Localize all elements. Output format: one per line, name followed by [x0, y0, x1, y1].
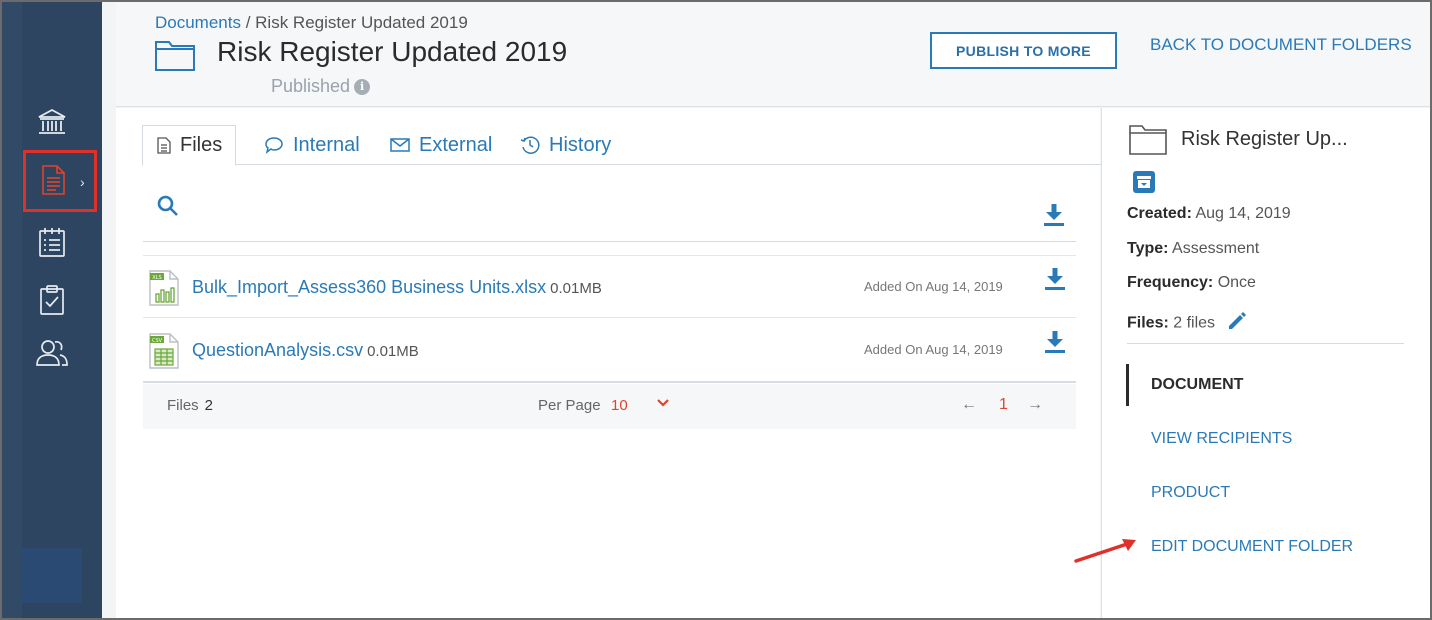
download-all-icon[interactable] [1044, 204, 1064, 231]
files-count: Files 2 [167, 397, 213, 414]
files-count-value: 2 [204, 397, 214, 414]
document-icon [42, 165, 65, 195]
sidebar-item-users[interactable] [35, 336, 69, 370]
archive-icon[interactable] [1133, 171, 1155, 198]
sidebar: › [2, 2, 102, 618]
tab-external[interactable]: External [390, 125, 492, 165]
files-panel: Files Internal External History XLS Bulk… [116, 108, 1102, 618]
active-menu-indicator [1126, 364, 1129, 406]
tab-files[interactable]: Files [142, 125, 236, 166]
tab-files-label: Files [180, 134, 223, 156]
file-row: XLS Bulk_Import_Assess360 Business Units… [143, 256, 1076, 318]
envelope-icon [390, 137, 410, 153]
table-footer: Files 2 Per Page 10 ← 1 → [143, 384, 1076, 429]
frequency-value: Once [1217, 274, 1256, 291]
pencil-icon[interactable] [1226, 310, 1248, 337]
type-row: Type: Assessment [1127, 240, 1259, 258]
bank-icon [38, 108, 66, 134]
sidebar-item-schedule[interactable] [35, 225, 69, 259]
file-name-link[interactable]: QuestionAnalysis.csv 0.01MB [192, 340, 419, 361]
file-name-link[interactable]: Bulk_Import_Assess360 Business Units.xls… [192, 277, 602, 298]
breadcrumb-separator: / [240, 13, 256, 32]
users-icon [36, 340, 68, 366]
chevron-right-icon: › [80, 174, 85, 190]
sidebar-item-bank[interactable] [35, 105, 69, 139]
calendar-list-icon [39, 228, 65, 257]
publish-to-more-button[interactable]: PUBLISH TO MORE [930, 32, 1117, 69]
added-date: Added On Aug 14, 2019 [864, 342, 1003, 357]
download-icon[interactable] [1045, 268, 1065, 295]
menu-edit-document-folder[interactable]: EDIT DOCUMENT FOLDER [1151, 538, 1353, 556]
svg-text:CSV: CSV [152, 338, 163, 344]
current-page[interactable]: 1 [999, 396, 1008, 414]
file-size: 0.01MB [550, 280, 602, 297]
created-label: Created: [1127, 205, 1192, 222]
xls-file-icon: XLS [148, 270, 180, 311]
file-row: CSV QuestionAnalysis.csv 0.01MB Added On … [143, 319, 1076, 383]
sidebar-bottom-button[interactable] [22, 548, 82, 603]
menu-view-recipients[interactable]: VIEW RECIPIENTS [1151, 430, 1292, 448]
file-name: QuestionAnalysis.csv [192, 340, 364, 360]
folder-icon [154, 38, 196, 77]
added-date: Added On Aug 14, 2019 [864, 279, 1003, 294]
breadcrumb: Documents / Risk Register Updated 2019 [155, 13, 468, 33]
page-title: Risk Register Updated 2019 [217, 36, 568, 67]
download-icon[interactable] [1045, 331, 1065, 358]
svg-text:XLS: XLS [152, 275, 161, 281]
annotation-arrow-icon [1074, 539, 1136, 563]
details-panel: Risk Register Up... Created: Aug 14, 201… [1101, 108, 1430, 618]
clipboard-check-icon [40, 285, 64, 315]
chevron-down-icon[interactable] [656, 396, 670, 415]
frequency-label: Frequency: [1127, 274, 1214, 291]
sidebar-rail [2, 2, 22, 618]
file-name: Bulk_Import_Assess360 Business Units.xls… [192, 277, 547, 297]
folder-icon [1128, 122, 1168, 161]
chat-bubble-icon [264, 136, 284, 154]
tab-history[interactable]: History [520, 125, 611, 165]
per-page-label: Per Page [538, 397, 601, 414]
per-page-select[interactable]: 10 [611, 397, 628, 414]
files-value: 2 files [1173, 314, 1216, 332]
file-size: 0.01MB [367, 343, 419, 360]
type-value: Assessment [1172, 240, 1260, 257]
file-icon [157, 137, 171, 154]
menu-product[interactable]: PRODUCT [1151, 484, 1230, 502]
files-count-label: Files [167, 397, 199, 414]
files-label: Files: [1127, 314, 1169, 332]
panel-title: Risk Register Up... [1181, 128, 1348, 150]
tab-history-label: History [549, 133, 612, 156]
created-row: Created: Aug 14, 2019 [1127, 205, 1291, 223]
sidebar-item-tasks[interactable] [35, 283, 69, 317]
back-to-document-folders-link[interactable]: BACK TO DOCUMENT FOLDERS [1150, 35, 1412, 55]
files-row: Files: 2 files [1127, 310, 1248, 337]
prev-page-button[interactable]: ← [961, 396, 977, 414]
page-header: Documents / Risk Register Updated 2019 R… [116, 2, 1430, 107]
sidebar-item-documents[interactable] [36, 163, 70, 197]
divider [1127, 343, 1404, 344]
menu-document[interactable]: DOCUMENT [1151, 376, 1243, 394]
history-icon [520, 135, 540, 155]
tab-bar: Files Internal External History [142, 125, 1102, 166]
breadcrumb-documents-link[interactable]: Documents [155, 13, 241, 32]
created-value: Aug 14, 2019 [1195, 205, 1291, 222]
csv-file-icon: CSV [148, 333, 180, 374]
type-label: Type: [1127, 240, 1169, 257]
next-page-button[interactable]: → [1027, 396, 1043, 414]
tab-external-label: External [419, 133, 493, 156]
tab-internal[interactable]: Internal [264, 125, 360, 165]
status-text: Published [271, 76, 351, 96]
divider [143, 241, 1076, 242]
main-area: Documents / Risk Register Updated 2019 R… [102, 2, 1430, 618]
breadcrumb-current: Risk Register Updated 2019 [255, 13, 468, 32]
status-label: Published i [271, 76, 371, 97]
tab-internal-label: Internal [293, 133, 360, 156]
frequency-row: Frequency: Once [1127, 274, 1256, 292]
search-icon[interactable] [156, 194, 180, 223]
info-icon[interactable]: i [354, 79, 371, 96]
